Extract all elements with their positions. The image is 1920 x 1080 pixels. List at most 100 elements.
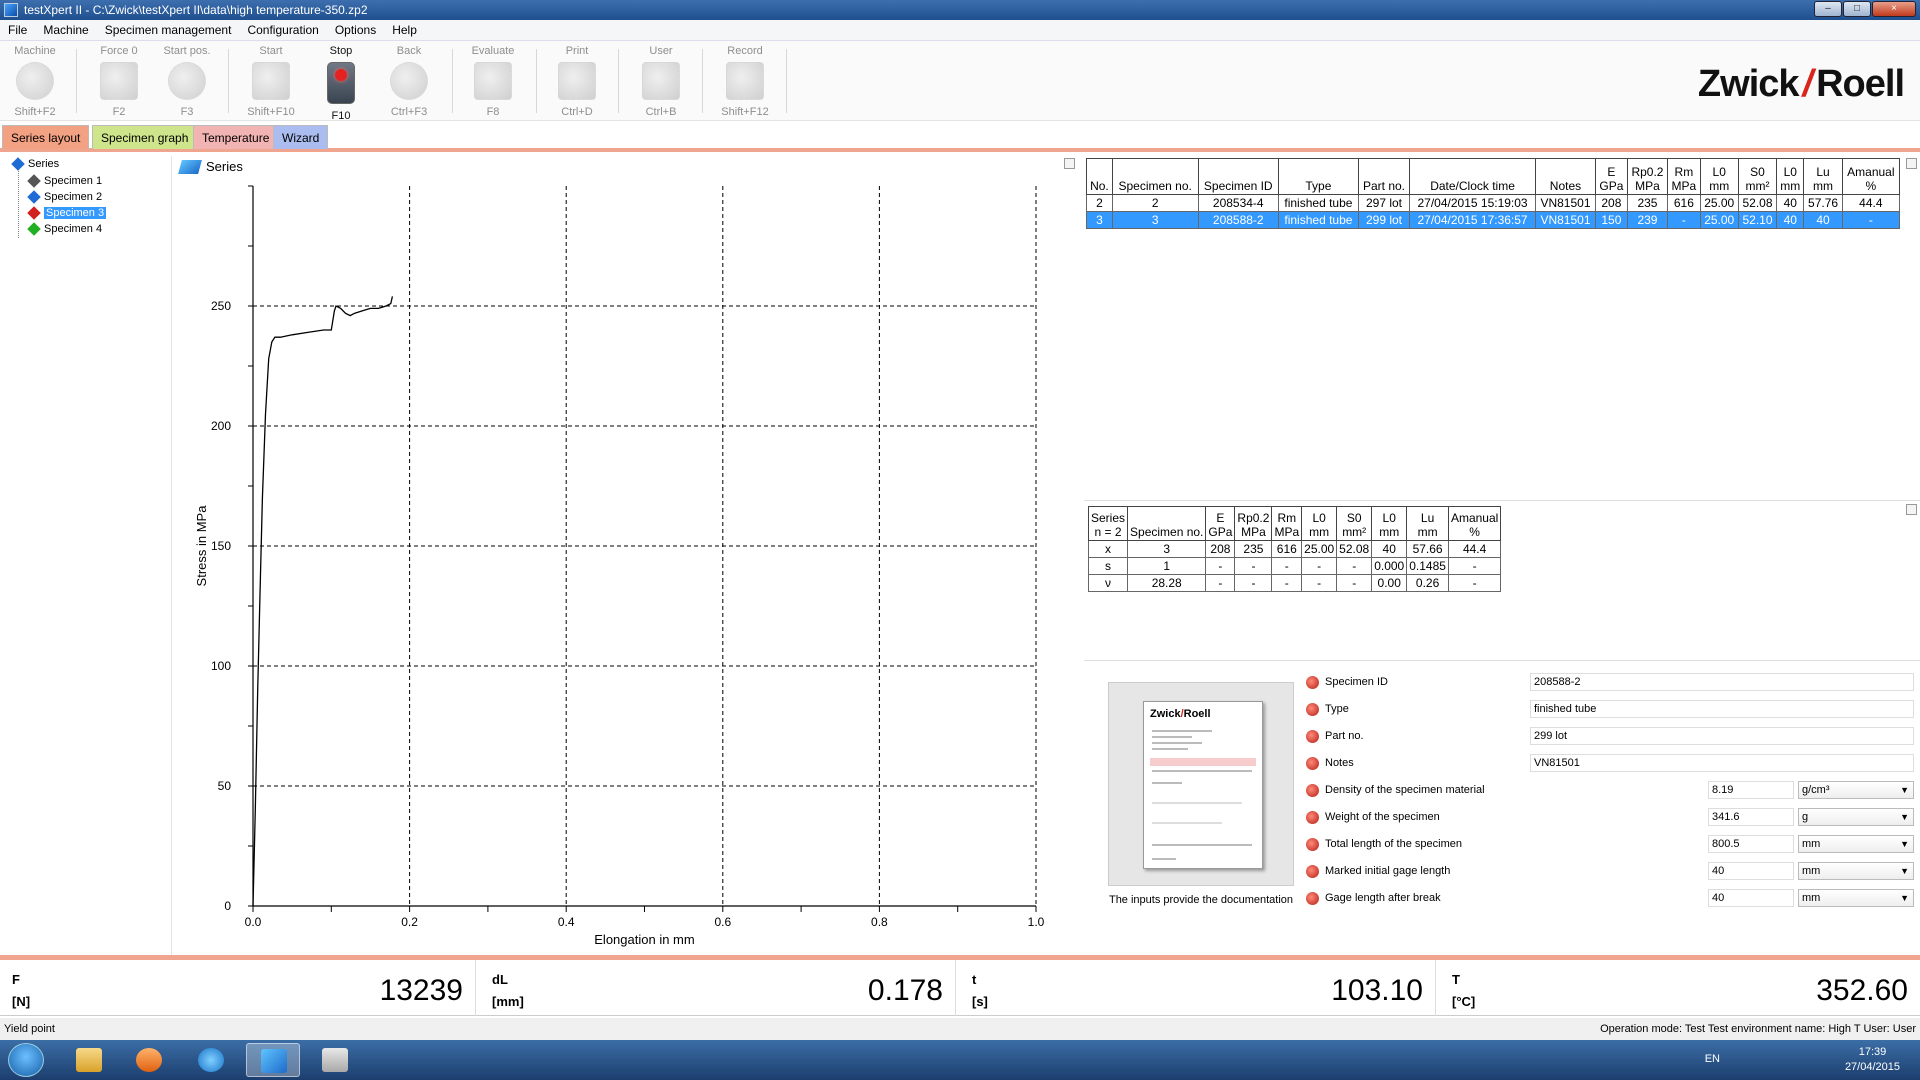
menu-specimen-management[interactable]: Specimen management — [97, 23, 240, 37]
results-header[interactable]: No. — [1086, 158, 1113, 195]
taskbar-testxpert[interactable] — [246, 1043, 300, 1077]
language-indicator[interactable]: EN — [1705, 1053, 1720, 1065]
table-row[interactable]: ν 28.28- - - - -0.00 0.26- — [1087, 574, 1502, 592]
menu-file[interactable]: File — [0, 23, 35, 37]
machine-button[interactable]: Machine Shift+F2 — [0, 45, 70, 118]
panel-divider — [1084, 660, 1920, 661]
status-bar: Yield point Operation mode: Test Test en… — [0, 1018, 1920, 1040]
pin-icon[interactable] — [1906, 158, 1917, 169]
stats-header[interactable]: S0 mm² — [1336, 506, 1373, 541]
zwick-roell-logo: Zwick / Roell — [1698, 63, 1905, 106]
tab-series-layout[interactable]: Series layout — [2, 125, 90, 149]
input-field[interactable]: 800.5 — [1708, 835, 1794, 853]
evaluate-button[interactable]: Evaluate F8 — [458, 45, 528, 118]
user-button[interactable]: User Ctrl+B — [626, 45, 696, 118]
unit-select[interactable]: g ▼ — [1798, 808, 1914, 826]
results-header[interactable]: L0 mm — [1776, 158, 1805, 195]
tab-specimen-graph[interactable]: Specimen graph — [92, 125, 198, 149]
results-header[interactable]: Specimen no. — [1111, 158, 1199, 195]
clock[interactable]: 17:39 27/04/2015 — [1845, 1045, 1900, 1075]
stop-button[interactable]: Stop F10 — [306, 45, 376, 122]
stats-header[interactable]: Rm MPa — [1271, 506, 1303, 541]
table-cell: 57.76 — [1803, 194, 1843, 212]
force-zero-button[interactable]: Force 0 F2 — [84, 45, 154, 118]
y-tick-label: 200 — [211, 419, 231, 433]
tray-icons[interactable] — [1740, 1052, 1820, 1066]
table-row[interactable]: 3 3 208588-2 finished tube 299 lot 27/04/2015… — [1086, 211, 1901, 229]
record-button[interactable]: Record Shift+F12 — [710, 45, 780, 118]
table-row[interactable]: s 1- - - - -0.000 0.1485- — [1087, 557, 1502, 575]
input-field[interactable]: 40 — [1708, 862, 1794, 880]
stress-elongation-chart[interactable]: 0.0 0.2 0.4 0.6 0.8 1.0 0 50 100 150 200 250 Elongat… — [176, 156, 1080, 956]
series-cube-icon — [11, 157, 25, 171]
stats-header[interactable]: L0 mm — [1371, 506, 1408, 541]
taskbar-explorer[interactable] — [62, 1043, 116, 1077]
menu-configuration[interactable]: Configuration — [239, 23, 326, 37]
results-header[interactable]: S0 mm² — [1737, 158, 1778, 195]
input-label-row: Part no. — [1306, 726, 1364, 746]
menu-machine[interactable]: Machine — [35, 23, 96, 37]
stats-header[interactable]: Amanual% — [1447, 506, 1502, 541]
results-header[interactable]: Specimen ID — [1197, 158, 1279, 195]
unit-select[interactable]: g/cm³ ▼ — [1798, 781, 1914, 799]
results-header[interactable]: E GPa — [1595, 158, 1628, 195]
input-field[interactable]: 208588-2 — [1530, 673, 1914, 691]
input-field[interactable]: 341.6 — [1708, 808, 1794, 826]
results-header[interactable]: Rp0.2 MPa — [1626, 158, 1669, 195]
input-field[interactable]: 40 — [1708, 889, 1794, 907]
stats-header[interactable]: Series n = 2 — [1087, 506, 1129, 541]
unit-select[interactable]: mm ▼ — [1798, 862, 1914, 880]
pin-icon[interactable] — [1906, 504, 1917, 515]
input-field[interactable]: 8.19 — [1708, 781, 1794, 799]
results-header[interactable]: Lu mm — [1803, 158, 1843, 195]
menu-help[interactable]: Help — [384, 23, 425, 37]
unit-select[interactable]: mm ▼ — [1798, 835, 1914, 853]
start-position-button[interactable]: Start pos. F3 — [152, 45, 222, 118]
minimize-button[interactable]: – — [1814, 1, 1842, 17]
tree-item-specimen-4[interactable]: Specimen 4 — [27, 221, 102, 237]
table-cell: 3 — [1127, 540, 1207, 558]
tree-item-specimen-2[interactable]: Specimen 2 — [27, 189, 102, 205]
back-button[interactable]: Back Ctrl+F3 — [374, 45, 444, 118]
start-button[interactable] — [8, 1043, 44, 1077]
input-field[interactable]: finished tube — [1530, 700, 1914, 718]
elongation-value: 0.178 — [867, 974, 943, 1007]
results-header[interactable]: Date/Clock time — [1409, 158, 1536, 195]
menu-options[interactable]: Options — [327, 23, 384, 37]
start-button[interactable]: Start Shift+F10 — [236, 45, 306, 118]
stats-header[interactable]: Rp0.2 MPa — [1234, 506, 1273, 541]
input-field[interactable]: 299 lot — [1530, 727, 1914, 745]
results-header[interactable]: Part no. — [1357, 158, 1411, 195]
tree-item-specimen-3[interactable]: Specimen 3 — [27, 205, 107, 221]
pin-icon[interactable] — [1064, 158, 1075, 169]
results-header[interactable]: Rm MPa — [1667, 158, 1701, 195]
user-label: User — [649, 45, 673, 57]
results-header[interactable]: L0 mm — [1699, 158, 1739, 195]
input-label: Part no. — [1325, 730, 1364, 742]
unit-select[interactable]: mm ▼ — [1798, 889, 1914, 907]
input-field[interactable]: VN81501 — [1530, 754, 1914, 772]
maximize-button[interactable]: □ — [1843, 1, 1871, 17]
taskbar-calculator[interactable] — [308, 1043, 362, 1077]
results-header-label: E — [1607, 165, 1616, 179]
stats-header[interactable]: E GPa — [1205, 506, 1236, 541]
tab-wizard[interactable]: Wizard — [273, 125, 329, 149]
stats-header[interactable]: L0 mm — [1301, 506, 1338, 541]
results-header[interactable]: Amanual% — [1841, 158, 1901, 195]
table-row[interactable]: 2 2 208534-4 finished tube 297 lot 27/04/2015… — [1086, 194, 1901, 212]
taskbar-browser[interactable] — [184, 1043, 238, 1077]
tree-item-specimen-1[interactable]: Specimen 1 — [27, 173, 102, 189]
close-button[interactable]: × — [1872, 1, 1916, 17]
tab-temperature[interactable]: Temperature — [193, 125, 279, 149]
results-header[interactable]: Type — [1278, 158, 1359, 195]
stats-header[interactable]: Specimen no. — [1127, 506, 1207, 541]
tree-root-series[interactable]: Series — [11, 157, 59, 171]
stats-header[interactable]: Lu mm — [1406, 506, 1449, 541]
elongation-name: dL — [492, 972, 508, 987]
user-shortcut: Ctrl+B — [645, 106, 677, 118]
results-header[interactable]: Notes — [1534, 158, 1597, 195]
stats-header-label: Rp0.2 — [1237, 511, 1270, 525]
table-row[interactable]: x 3 208 235 616 25.00 52.08 40 57.66 44.4 — [1087, 540, 1502, 558]
print-button[interactable]: Print Ctrl+D — [542, 45, 612, 118]
taskbar-media-player[interactable] — [122, 1043, 176, 1077]
